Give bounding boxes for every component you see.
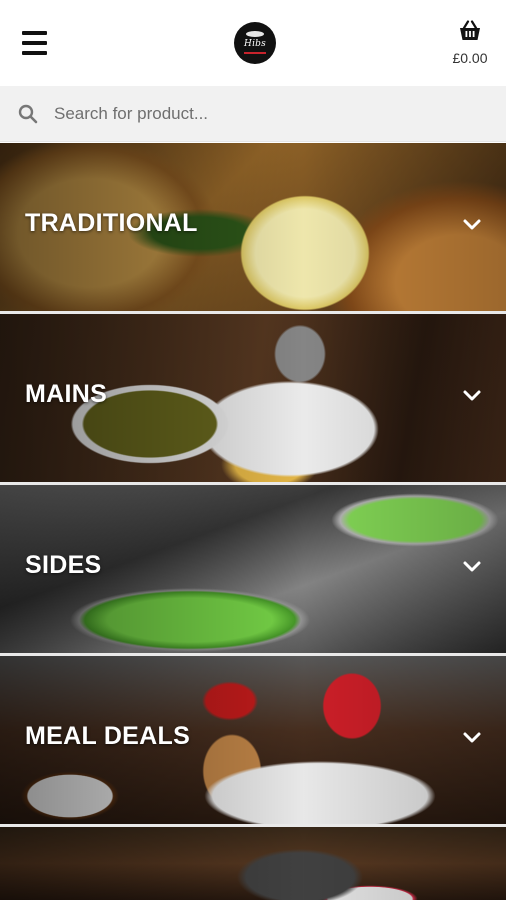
basket-total: £0.00	[452, 50, 488, 66]
category-partial[interactable]	[0, 827, 506, 900]
shopping-basket-icon	[460, 20, 480, 40]
chevron-down-icon[interactable]	[460, 384, 484, 408]
category-meal-deals[interactable]: MEAL DEALS	[0, 656, 506, 824]
brand-logo[interactable]: Hibs	[234, 22, 276, 64]
logo-text: Hibs	[244, 39, 266, 49]
chevron-down-icon[interactable]	[460, 213, 484, 237]
search-bar	[0, 86, 506, 142]
category-title: MEAL DEALS	[25, 722, 191, 750]
hamburger-menu-icon[interactable]	[22, 31, 47, 55]
chevron-down-icon[interactable]	[460, 726, 484, 750]
search-input[interactable]	[54, 98, 484, 130]
search-icon	[18, 104, 38, 124]
category-sides[interactable]: SIDES	[0, 485, 506, 653]
chevron-down-icon[interactable]	[460, 555, 484, 579]
category-title: SIDES	[25, 551, 102, 579]
app-header: Hibs £0.00	[0, 0, 506, 86]
basket-button[interactable]: £0.00	[448, 20, 492, 68]
category-title: MAINS	[25, 380, 108, 408]
category-title: TRADITIONAL	[25, 209, 198, 237]
category-mains[interactable]: MAINS	[0, 314, 506, 482]
category-traditional[interactable]: TRADITIONAL	[0, 143, 506, 311]
